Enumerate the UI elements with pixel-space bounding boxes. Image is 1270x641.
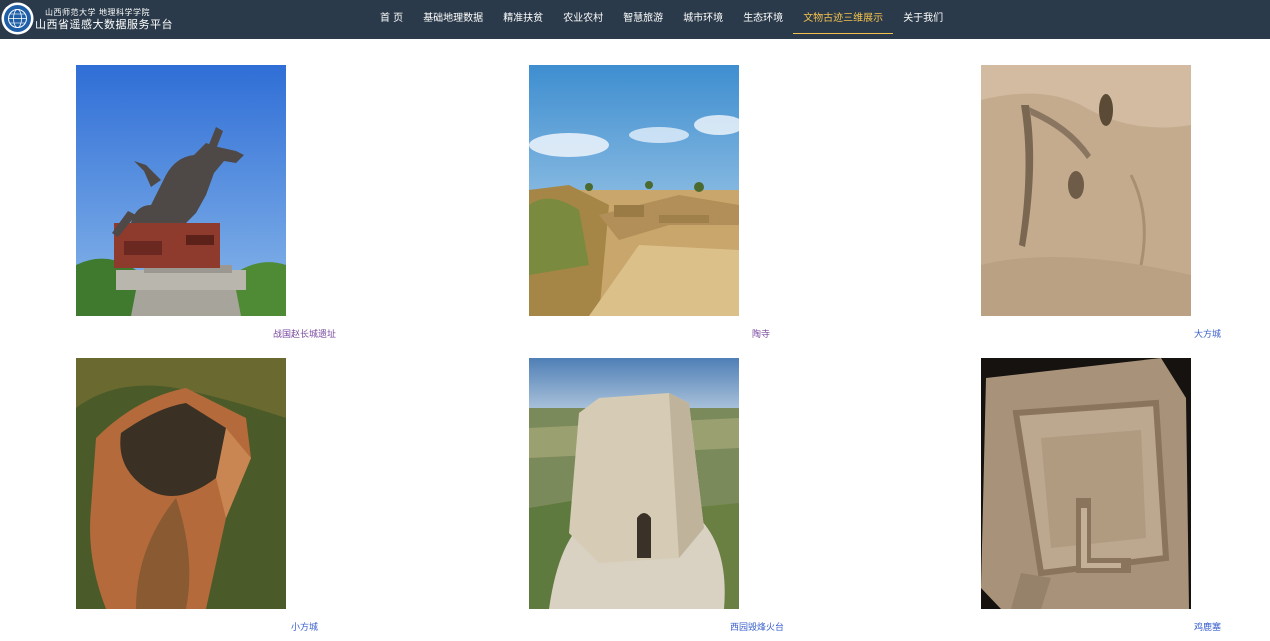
nav-ecology[interactable]: 生态环境 bbox=[733, 0, 793, 34]
gallery-thumb-dafangcheng[interactable] bbox=[981, 65, 1191, 316]
nav-home[interactable]: 首 页 bbox=[370, 0, 413, 34]
fortress-ruins-photo bbox=[981, 358, 1191, 609]
nav-agriculture[interactable]: 农业农村 bbox=[553, 0, 613, 34]
platform-title: 山西省遥感大数据服务平台 bbox=[35, 18, 173, 31]
ruins-photo bbox=[529, 65, 739, 316]
gallery-thumb-jilusai[interactable] bbox=[981, 358, 1191, 609]
nav-smart-tourism[interactable]: 智慧旅游 bbox=[613, 0, 673, 34]
university-name: 山西师范大学 地理科学学院 bbox=[45, 8, 151, 17]
main-nav: 首 页 基础地理数据 精准扶贫 农业农村 智慧旅游 城市环境 生态环境 文物古迹… bbox=[370, 0, 953, 39]
nav-basic-geo-data[interactable]: 基础地理数据 bbox=[413, 0, 493, 34]
nav-poverty-alleviation[interactable]: 精准扶贫 bbox=[493, 0, 553, 34]
gallery-thumb-beacon-tower[interactable] bbox=[529, 358, 739, 609]
desert-photo bbox=[981, 65, 1191, 316]
gallery-thumb-statue[interactable] bbox=[76, 65, 286, 316]
gallery-caption-3[interactable]: 大方城 bbox=[1191, 330, 1221, 341]
gallery-caption-2[interactable]: 陶寺 bbox=[740, 330, 770, 341]
gallery-caption-5[interactable]: 西园毁烽火台 bbox=[726, 623, 784, 634]
nav-urban-environment[interactable]: 城市环境 bbox=[673, 0, 733, 34]
gallery-caption-4[interactable]: 小方城 bbox=[288, 623, 318, 634]
gallery-caption-6[interactable]: 鸡鹿塞 bbox=[1191, 623, 1221, 634]
nav-about-us[interactable]: 关于我们 bbox=[893, 0, 953, 34]
gallery-thumb-xiaofangcheng[interactable] bbox=[76, 358, 286, 609]
university-logo-icon[interactable] bbox=[1, 2, 34, 35]
statue-photo bbox=[76, 65, 286, 316]
beacon-tower-photo bbox=[529, 358, 739, 609]
nav-heritage-3d[interactable]: 文物古迹三维展示 bbox=[793, 0, 894, 34]
top-navbar: 山西师范大学 地理科学学院 山西省遥感大数据服务平台 首 页 基础地理数据 精准… bbox=[0, 0, 1270, 39]
gallery-caption-1[interactable]: 战国赵长城遗址 bbox=[269, 330, 336, 341]
gallery-thumb-taosi[interactable] bbox=[529, 65, 739, 316]
aerial-fort-photo bbox=[76, 358, 286, 609]
